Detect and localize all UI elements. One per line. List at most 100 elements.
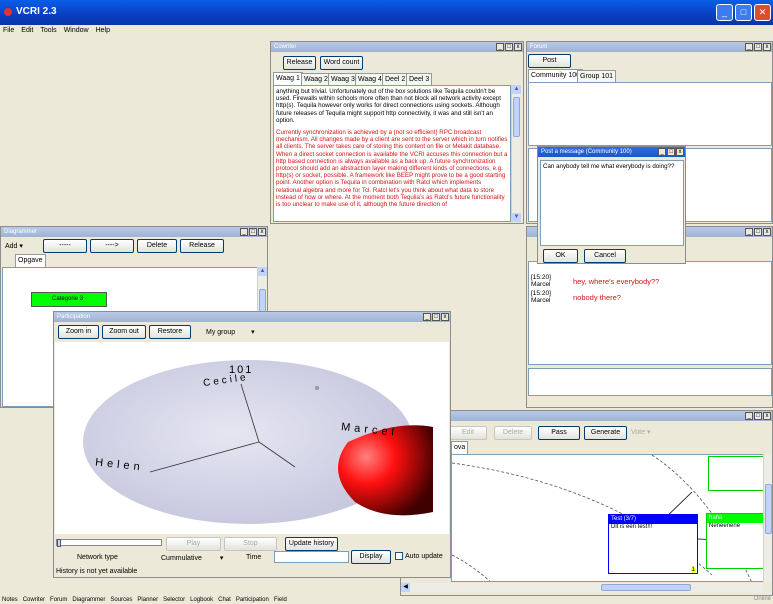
scroll-up-icon[interactable]: ▲ bbox=[512, 85, 521, 94]
taskbar-participation[interactable]: Participation bbox=[236, 596, 269, 604]
post-message-input[interactable]: Can anybody tell me what everybody is do… bbox=[540, 160, 684, 246]
taskbar-notes[interactable]: Notes bbox=[2, 596, 18, 604]
close-button[interactable]: ✕ bbox=[754, 4, 771, 21]
scroll-thumb[interactable] bbox=[513, 97, 520, 137]
participation-minimize-button[interactable]: _ bbox=[423, 313, 431, 321]
scroll-up-icon[interactable]: ▲ bbox=[258, 267, 267, 276]
planner-delete-button[interactable]: Delete bbox=[494, 426, 532, 440]
restore-button[interactable]: Restore bbox=[149, 325, 191, 339]
dialog-ok-button[interactable]: OK bbox=[543, 249, 578, 263]
planner-scrollbar-h[interactable]: ◀ bbox=[401, 583, 763, 592]
planner-maximize-button[interactable]: □ bbox=[754, 412, 762, 420]
cowriter-wordcount-button[interactable]: Word count bbox=[320, 56, 363, 70]
tab-group-101[interactable]: Group 101 bbox=[577, 70, 617, 82]
forum-list-pane[interactable] bbox=[528, 82, 772, 146]
group-dropdown[interactable]: My group ▾ bbox=[206, 328, 255, 336]
tab-deel-2[interactable]: Deel 2 bbox=[382, 73, 409, 85]
taskbar-cowriter[interactable]: Cowriter bbox=[23, 596, 45, 604]
chat-maximize-button[interactable]: □ bbox=[754, 228, 762, 236]
planner-node-test[interactable]: Test (3/7) Dit is een test!!! 1 bbox=[608, 514, 698, 574]
cowriter-maximize-button[interactable]: □ bbox=[505, 43, 513, 51]
scroll-down-icon[interactable]: ▼ bbox=[512, 213, 521, 222]
cowriter-release-button[interactable]: Release bbox=[283, 56, 316, 70]
add-dropdown[interactable]: Add ▾ bbox=[5, 242, 23, 250]
tab-waag-2[interactable]: Waag 2 bbox=[301, 73, 331, 85]
chat-minimize-button[interactable]: _ bbox=[745, 228, 753, 236]
zoom-out-button[interactable]: Zoom out bbox=[102, 325, 146, 339]
tab-community-100[interactable]: Community 100 bbox=[528, 69, 584, 82]
minimize-button[interactable]: _ bbox=[716, 4, 733, 21]
chat-close-button[interactable]: x bbox=[763, 228, 771, 236]
tab-waag-4[interactable]: Waag 4 bbox=[355, 73, 385, 85]
vote-dropdown[interactable]: Vote ▾ bbox=[631, 428, 650, 436]
participation-canvas[interactable]: 101 Cecile Marcel Helen bbox=[55, 342, 449, 534]
diagrammer-release-button[interactable]: Release bbox=[180, 239, 224, 253]
auto-update-checkbox[interactable] bbox=[395, 552, 403, 560]
dialog-maximize-button[interactable]: □ bbox=[667, 148, 675, 156]
scroll-thumb[interactable] bbox=[765, 484, 772, 534]
play-button[interactable]: Play bbox=[166, 537, 221, 551]
dialog-minimize-button[interactable]: _ bbox=[658, 148, 666, 156]
tab-waag-1[interactable]: Waag 1 bbox=[273, 72, 303, 85]
menu-help[interactable]: Help bbox=[96, 25, 110, 37]
cowriter-text-area[interactable]: anything but trivial. Unfortunately out … bbox=[273, 85, 511, 222]
planner-node-top[interactable]: 2 bbox=[708, 456, 770, 491]
chat-user: Marcel bbox=[531, 297, 551, 304]
diagrammer-maximize-button[interactable]: □ bbox=[249, 228, 257, 236]
taskbar-sources[interactable]: Sources bbox=[110, 596, 132, 604]
menu-edit[interactable]: Edit bbox=[21, 25, 33, 37]
history-slider[interactable] bbox=[56, 539, 162, 547]
diagram-node[interactable]: Categorie 3 bbox=[31, 292, 107, 307]
forum-close-button[interactable]: x bbox=[763, 43, 771, 51]
cowriter-scrollbar[interactable]: ▲ ▼ bbox=[511, 85, 521, 222]
tab-waag-3[interactable]: Waag 3 bbox=[328, 73, 358, 85]
menu-file[interactable]: File bbox=[3, 25, 14, 37]
zoom-in-button[interactable]: Zoom in bbox=[58, 325, 99, 339]
post-message-button[interactable]: Post message bbox=[528, 54, 571, 76]
stop-button[interactable]: Stop bbox=[224, 537, 277, 551]
planner-canvas[interactable]: 2 Test (3/7) Dit is een test!!! 1 haha N… bbox=[451, 454, 772, 582]
tab-opgave-planner[interactable]: ova bbox=[451, 441, 469, 454]
planner-scrollbar-v[interactable] bbox=[763, 454, 772, 582]
planner-edit-button[interactable]: Edit bbox=[449, 426, 487, 440]
planner-minimize-button[interactable]: _ bbox=[745, 412, 753, 420]
generate-button[interactable]: Generate bbox=[584, 426, 627, 440]
participation-maximize-button[interactable]: □ bbox=[432, 313, 440, 321]
taskbar-planner[interactable]: Planner bbox=[137, 596, 158, 604]
taskbar-diagrammer[interactable]: Diagrammer bbox=[72, 596, 105, 604]
scroll-thumb[interactable] bbox=[601, 584, 691, 591]
diagrammer-close-button[interactable]: x bbox=[258, 228, 266, 236]
scroll-left-icon[interactable]: ◀ bbox=[401, 583, 410, 592]
app-logo-icon bbox=[4, 8, 12, 16]
taskbar-selector[interactable]: Selector bbox=[163, 596, 185, 604]
dialog-close-button[interactable]: x bbox=[676, 148, 684, 156]
update-history-button[interactable]: Update history bbox=[285, 537, 338, 551]
tab-opgave[interactable]: Opgave bbox=[15, 254, 46, 267]
forum-minimize-button[interactable]: _ bbox=[745, 43, 753, 51]
taskbar-chat[interactable]: Chat bbox=[218, 596, 231, 604]
pass-button[interactable]: Pass bbox=[538, 426, 580, 440]
taskbar-logbook[interactable]: Logbook bbox=[190, 596, 213, 604]
menu-tools[interactable]: Tools bbox=[40, 25, 56, 37]
display-button[interactable]: Display bbox=[351, 550, 391, 564]
dialog-cancel-button[interactable]: Cancel bbox=[584, 249, 626, 263]
cowriter-minimize-button[interactable]: _ bbox=[496, 43, 504, 51]
maximize-button[interactable]: □ bbox=[735, 4, 752, 21]
diagrammer-delete-button[interactable]: Delete bbox=[137, 239, 177, 253]
diagrammer-minimize-button[interactable]: _ bbox=[240, 228, 248, 236]
line-tool-button[interactable]: ----- bbox=[43, 239, 87, 253]
taskbar-forum[interactable]: Forum bbox=[50, 596, 67, 604]
participation-close-button[interactable]: x bbox=[441, 313, 449, 321]
cowriter-close-button[interactable]: x bbox=[514, 43, 522, 51]
planner-close-button[interactable]: x bbox=[763, 412, 771, 420]
chat-input[interactable] bbox=[528, 368, 772, 396]
time-input[interactable] bbox=[274, 551, 349, 563]
arrow-tool-button[interactable]: ----> bbox=[90, 239, 134, 253]
app-title-bar: VCRI 2.3 _ □ ✕ bbox=[0, 0, 773, 25]
tab-deel-3[interactable]: Deel 3 bbox=[406, 73, 433, 85]
network-type-dropdown[interactable]: Cummulative ▾ bbox=[161, 554, 223, 562]
taskbar-field[interactable]: Field bbox=[274, 596, 287, 604]
menu-window[interactable]: Window bbox=[64, 25, 89, 37]
forum-maximize-button[interactable]: □ bbox=[754, 43, 762, 51]
slider-thumb[interactable] bbox=[57, 539, 61, 547]
